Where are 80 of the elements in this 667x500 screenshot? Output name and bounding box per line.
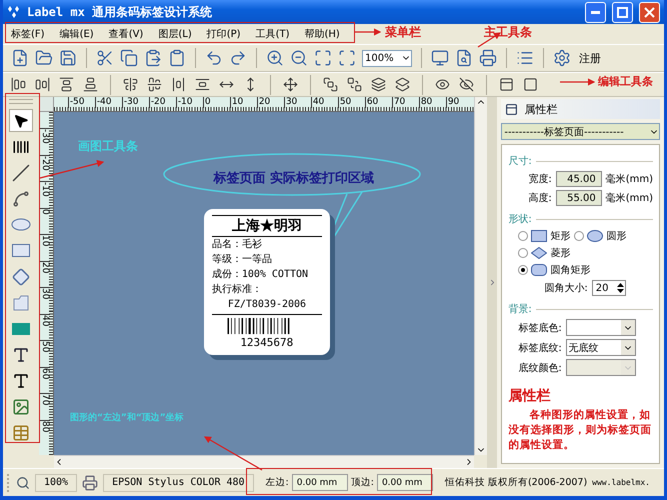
website-link[interactable]: www.labelmx. bbox=[592, 478, 650, 487]
callout-text: 标签页面 实际标签打印区域 bbox=[212, 170, 376, 187]
ruler-number: -50 bbox=[68, 97, 95, 108]
field-label: 圆角大小: bbox=[544, 282, 588, 295]
ruler-number: 70 bbox=[38, 393, 50, 420]
section-heading: 背景: bbox=[508, 302, 532, 316]
label-text: 等级：一等品 bbox=[212, 253, 273, 267]
ruler-number: -20 bbox=[148, 97, 176, 108]
ruler-number: 30 bbox=[284, 97, 311, 108]
shape-option[interactable]: 圆角矩形 bbox=[518, 263, 590, 277]
input-field[interactable]: 0.00 mm bbox=[376, 474, 433, 491]
input-field[interactable]: 0.00 mm bbox=[292, 474, 348, 491]
unit-label: 毫米(mm) bbox=[606, 172, 654, 186]
ruler-number: 60 bbox=[364, 97, 392, 108]
copyright-text: 恒佑科技 版权所有(2006-2007) bbox=[444, 476, 588, 489]
shape-option[interactable]: 圆形 bbox=[574, 229, 626, 243]
zoom-level: 100% bbox=[35, 474, 78, 492]
note-text: 各种图形的属性设置，如没有选择图形，则为标签页面的属性设置。 bbox=[508, 408, 652, 453]
annotation-text: 画图工具条 bbox=[78, 138, 138, 155]
ruler-number: 0 bbox=[38, 208, 50, 234]
spin-field[interactable]: 20 bbox=[592, 280, 626, 296]
menu-item[interactable]: 图层(L) bbox=[158, 27, 192, 41]
ruler-number: 40 bbox=[38, 314, 50, 340]
ruler-number: 40 bbox=[310, 97, 338, 108]
zoom-select[interactable]: 100% bbox=[362, 50, 412, 66]
ruler-number: -10 bbox=[176, 97, 203, 108]
ruler-number: 20 bbox=[38, 260, 50, 287]
field-label: 标签底色: bbox=[518, 322, 562, 334]
ruler-number: 10 bbox=[230, 97, 257, 108]
ruler-number: -40 bbox=[94, 97, 122, 108]
ruler-number: 70 bbox=[392, 97, 419, 108]
ruler-number: 50 bbox=[338, 97, 365, 108]
menu-item[interactable]: 标签(F) bbox=[11, 27, 45, 41]
ruler-number: 30 bbox=[38, 287, 50, 314]
label-text: 品名：毛衫 bbox=[212, 238, 263, 252]
annotation-text: 菜单栏 bbox=[385, 24, 421, 41]
ruler-number: -30 bbox=[122, 97, 149, 108]
ruler-number: -20 bbox=[38, 154, 50, 181]
section-heading: 形状: bbox=[508, 212, 532, 226]
ruler-number: 90 bbox=[446, 97, 473, 108]
field-label: 宽度: bbox=[528, 172, 552, 186]
field-label: 底纹颜色: bbox=[518, 362, 562, 374]
ruler-number: 0 bbox=[202, 97, 230, 108]
ruler-number: 80 bbox=[418, 97, 446, 108]
input-field[interactable]: 45.00 bbox=[556, 171, 602, 187]
field-label: 标签底纹: bbox=[518, 342, 562, 354]
label-title: 上海★明羽 bbox=[212, 215, 322, 237]
input-field[interactable]: 55.00 bbox=[556, 190, 602, 206]
field-label: 左边: bbox=[266, 476, 289, 489]
note-title: 属性栏 bbox=[508, 387, 552, 405]
label-text: 成份：100% COTTON bbox=[212, 268, 310, 282]
window-title: Label mx 通用条码标签设计系统 bbox=[27, 4, 214, 20]
register-button[interactable]: 注册 bbox=[577, 50, 603, 66]
menu-item[interactable]: 工具(T) bbox=[256, 27, 290, 41]
field-label: 顶边: bbox=[350, 476, 374, 489]
annotation-text: 编辑工具条 bbox=[598, 74, 653, 89]
annotation-text: 图形的“左边”和“顶边”坐标 bbox=[70, 411, 184, 424]
shape-option[interactable]: 矩形 bbox=[518, 229, 570, 243]
menu-item[interactable]: 打印(P) bbox=[206, 27, 241, 41]
label-text: 执行标准： bbox=[212, 282, 263, 297]
shape-option[interactable]: 菱形 bbox=[518, 246, 570, 260]
panel-title: 属性栏 bbox=[524, 102, 558, 116]
ruler-number: -10 bbox=[38, 181, 50, 208]
menu-item[interactable]: 查看(V) bbox=[108, 27, 144, 41]
barcode-number: 12345678 bbox=[239, 337, 294, 349]
label-text: FZ/T8039-2006 bbox=[226, 298, 308, 312]
ruler-number: 60 bbox=[38, 366, 50, 393]
ruler-number: 10 bbox=[38, 234, 50, 260]
ruler-number: 20 bbox=[256, 97, 284, 108]
ruler-number: 50 bbox=[38, 340, 50, 366]
field-label: 高度: bbox=[528, 192, 552, 205]
pattern-select[interactable]: 无底纹 bbox=[566, 339, 636, 356]
section-heading: 尺寸: bbox=[508, 154, 532, 168]
object-select[interactable]: -----------标签页面----------- bbox=[501, 123, 660, 140]
menu-item[interactable]: 编辑(E) bbox=[60, 27, 94, 41]
printer-name: EPSON Stylus COLOR 480 bbox=[103, 474, 254, 492]
unit-label: 毫米(mm) bbox=[606, 192, 654, 205]
ruler-number: -30 bbox=[38, 128, 50, 154]
menu-item[interactable]: 帮助(H) bbox=[304, 27, 340, 41]
ruler-number: 80 bbox=[38, 420, 50, 446]
